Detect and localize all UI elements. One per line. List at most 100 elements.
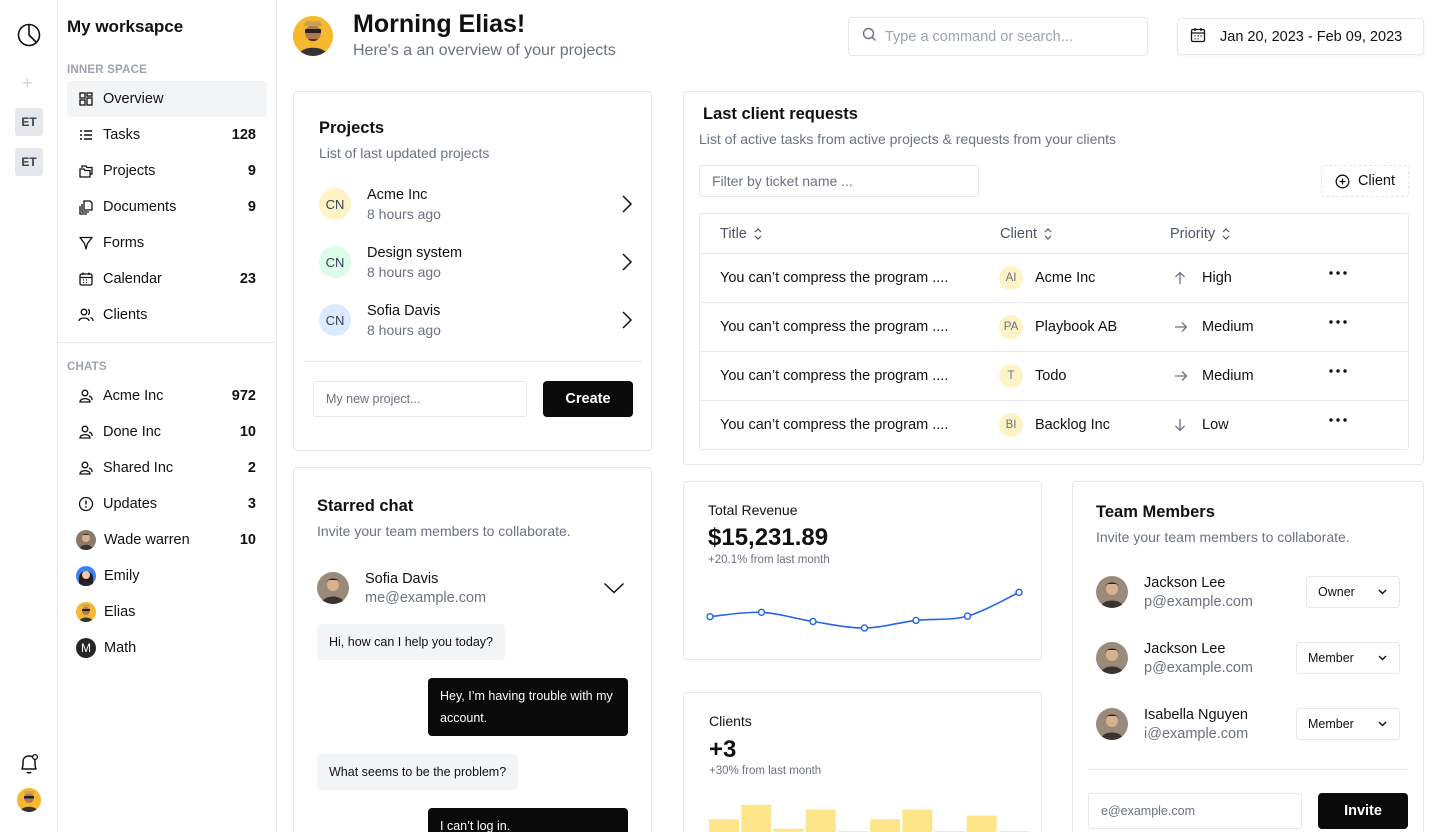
- project-name: Sofia Davis: [367, 302, 441, 319]
- sidebar-item-count: 9: [247, 199, 256, 215]
- revenue-label: Total Revenue: [708, 502, 798, 518]
- table-row[interactable]: You can’t compress the program .... T Tod…: [700, 351, 1408, 400]
- header-avatar: [293, 16, 333, 56]
- chevron-right-icon[interactable]: [621, 194, 633, 219]
- new-project-input[interactable]: [313, 381, 527, 417]
- starred-chat-subtitle: Invite your team members to collaborate.: [317, 523, 571, 539]
- sidebar-divider: [58, 342, 276, 343]
- client-name: Acme Inc: [1035, 270, 1096, 286]
- chevron-down-icon: [1378, 721, 1387, 727]
- role-select[interactable]: Member: [1296, 708, 1400, 740]
- workspace-switch-1[interactable]: ET: [15, 108, 43, 136]
- project-name: Acme Inc: [367, 186, 428, 203]
- date-range-picker[interactable]: Jan 20, 2023 - Feb 09, 2023: [1177, 18, 1424, 55]
- team-title: Team Members: [1096, 503, 1215, 521]
- clients-card: Clients +3 +30% from last month: [683, 692, 1042, 832]
- divider: [1088, 769, 1408, 770]
- request-title: You can’t compress the program ....: [720, 270, 949, 286]
- project-avatar: CN: [319, 188, 351, 220]
- chat-item-emily[interactable]: Emily: [67, 558, 267, 594]
- member-name: Jackson Lee: [1144, 640, 1226, 657]
- project-item[interactable]: CN Design system 8 hours ago: [319, 240, 635, 284]
- client-avatar: PA: [999, 315, 1023, 339]
- inner-space-label: INNER SPACE: [67, 64, 147, 76]
- chevron-right-icon[interactable]: [621, 252, 633, 277]
- chevron-down-icon: [603, 582, 625, 594]
- team-subtitle: Invite your team members to collaborate.: [1096, 529, 1350, 545]
- command-search[interactable]: [848, 17, 1148, 56]
- requests-table: Title Client Priority You can’t compress…: [699, 213, 1409, 450]
- chat-item-updates[interactable]: Updates 3: [67, 486, 267, 522]
- chat-contact[interactable]: Sofia Davis me@example.com: [317, 570, 627, 606]
- app-rail: + ET ET: [0, 0, 58, 832]
- chat-item-elias[interactable]: Elias: [67, 594, 267, 630]
- requests-subtitle: List of active tasks from active project…: [699, 131, 1117, 147]
- add-client-button[interactable]: Client: [1321, 165, 1409, 197]
- chat-item-done-inc[interactable]: Done Inc 10: [67, 414, 267, 450]
- add-workspace-icon[interactable]: +: [22, 74, 33, 92]
- sidebar-item-clients[interactable]: Clients: [67, 297, 267, 333]
- chat-item-label: Elias: [104, 604, 136, 620]
- sidebar-item-projects[interactable]: Projects 9: [67, 153, 267, 189]
- chat-item-math[interactable]: M Math: [67, 630, 267, 666]
- search-input[interactable]: [885, 28, 1135, 45]
- role-select[interactable]: Member: [1296, 642, 1400, 674]
- arrow-right-icon: [1175, 371, 1188, 381]
- search-icon: [862, 27, 877, 47]
- chevron-right-icon[interactable]: [621, 310, 633, 335]
- request-title: You can’t compress the program ....: [720, 319, 949, 335]
- contact-name: Sofia Davis: [365, 570, 439, 587]
- sidebar-item-count: 23: [239, 271, 256, 287]
- workspace-switch-2[interactable]: ET: [15, 148, 43, 176]
- arrow-down-icon: [1175, 419, 1185, 432]
- project-item[interactable]: CN Acme Inc 8 hours ago: [319, 182, 635, 226]
- sidebar-item-label: Calendar: [103, 271, 162, 287]
- clients-bar-9: [966, 815, 997, 832]
- invite-button[interactable]: Invite: [1318, 793, 1408, 829]
- invite-email-input[interactable]: [1088, 793, 1302, 829]
- chat-item-wade-warren[interactable]: Wade warren 10: [67, 522, 267, 558]
- table-row[interactable]: You can’t compress the program .... PA Pl…: [700, 302, 1408, 351]
- sidebar-item-forms[interactable]: Forms: [67, 225, 267, 261]
- client-name: Backlog Inc: [1035, 417, 1110, 433]
- client-requests-card: Last client requests List of active task…: [683, 91, 1424, 465]
- filter-icon: [78, 235, 94, 251]
- calendar-icon: [78, 271, 94, 287]
- chat-item-shared-inc[interactable]: Shared Inc 2: [67, 450, 267, 486]
- calendar-icon: [1190, 27, 1206, 47]
- create-project-button[interactable]: Create: [543, 381, 633, 417]
- revenue-point-3: [809, 617, 817, 626]
- project-time: 8 hours ago: [367, 205, 441, 222]
- revenue-line-chart: [706, 588, 1023, 632]
- table-row[interactable]: You can’t compress the program .... BI Ba…: [700, 400, 1408, 449]
- page-title: Morning Elias!: [353, 10, 526, 38]
- chat-item-label: Done Inc: [103, 424, 162, 440]
- chat-item-count: 10: [239, 532, 256, 548]
- sidebar: My worksapce INNER SPACE Overview Tasks …: [58, 0, 277, 832]
- member-name: Jackson Lee: [1144, 574, 1226, 591]
- column-header-title[interactable]: Title: [720, 214, 762, 254]
- chat-item-count: 3: [247, 496, 256, 512]
- sidebar-item-overview[interactable]: Overview: [67, 81, 267, 117]
- sidebar-item-tasks[interactable]: Tasks 128: [67, 117, 267, 153]
- revenue-point-4: [860, 624, 869, 632]
- role-select[interactable]: Owner: [1306, 576, 1400, 608]
- notification-bell-icon[interactable]: [18, 752, 40, 776]
- clients-bar-4: [805, 809, 836, 832]
- table-row[interactable]: You can’t compress the program .... AI Ac…: [700, 253, 1408, 302]
- chat-item-count: 2: [247, 460, 256, 476]
- client-name: Todo: [1035, 368, 1067, 384]
- chat-item-label: Wade warren: [104, 532, 190, 548]
- clock-logo-icon[interactable]: [16, 22, 42, 48]
- sidebar-item-documents[interactable]: Documents 9: [67, 189, 267, 225]
- column-header-priority[interactable]: Priority: [1170, 214, 1230, 254]
- more-options-icon: [1329, 320, 1347, 324]
- sidebar-item-calendar[interactable]: Calendar 23: [67, 261, 267, 297]
- arrow-up-icon: [1175, 271, 1185, 284]
- column-header-client[interactable]: Client: [1000, 214, 1052, 254]
- project-time: 8 hours ago: [367, 321, 441, 338]
- ticket-filter-input[interactable]: [699, 165, 979, 197]
- user-avatar[interactable]: [17, 788, 41, 812]
- chat-item-acme-inc[interactable]: Acme Inc 972: [67, 378, 267, 414]
- project-item[interactable]: CN Sofia Davis 8 hours ago: [319, 298, 635, 342]
